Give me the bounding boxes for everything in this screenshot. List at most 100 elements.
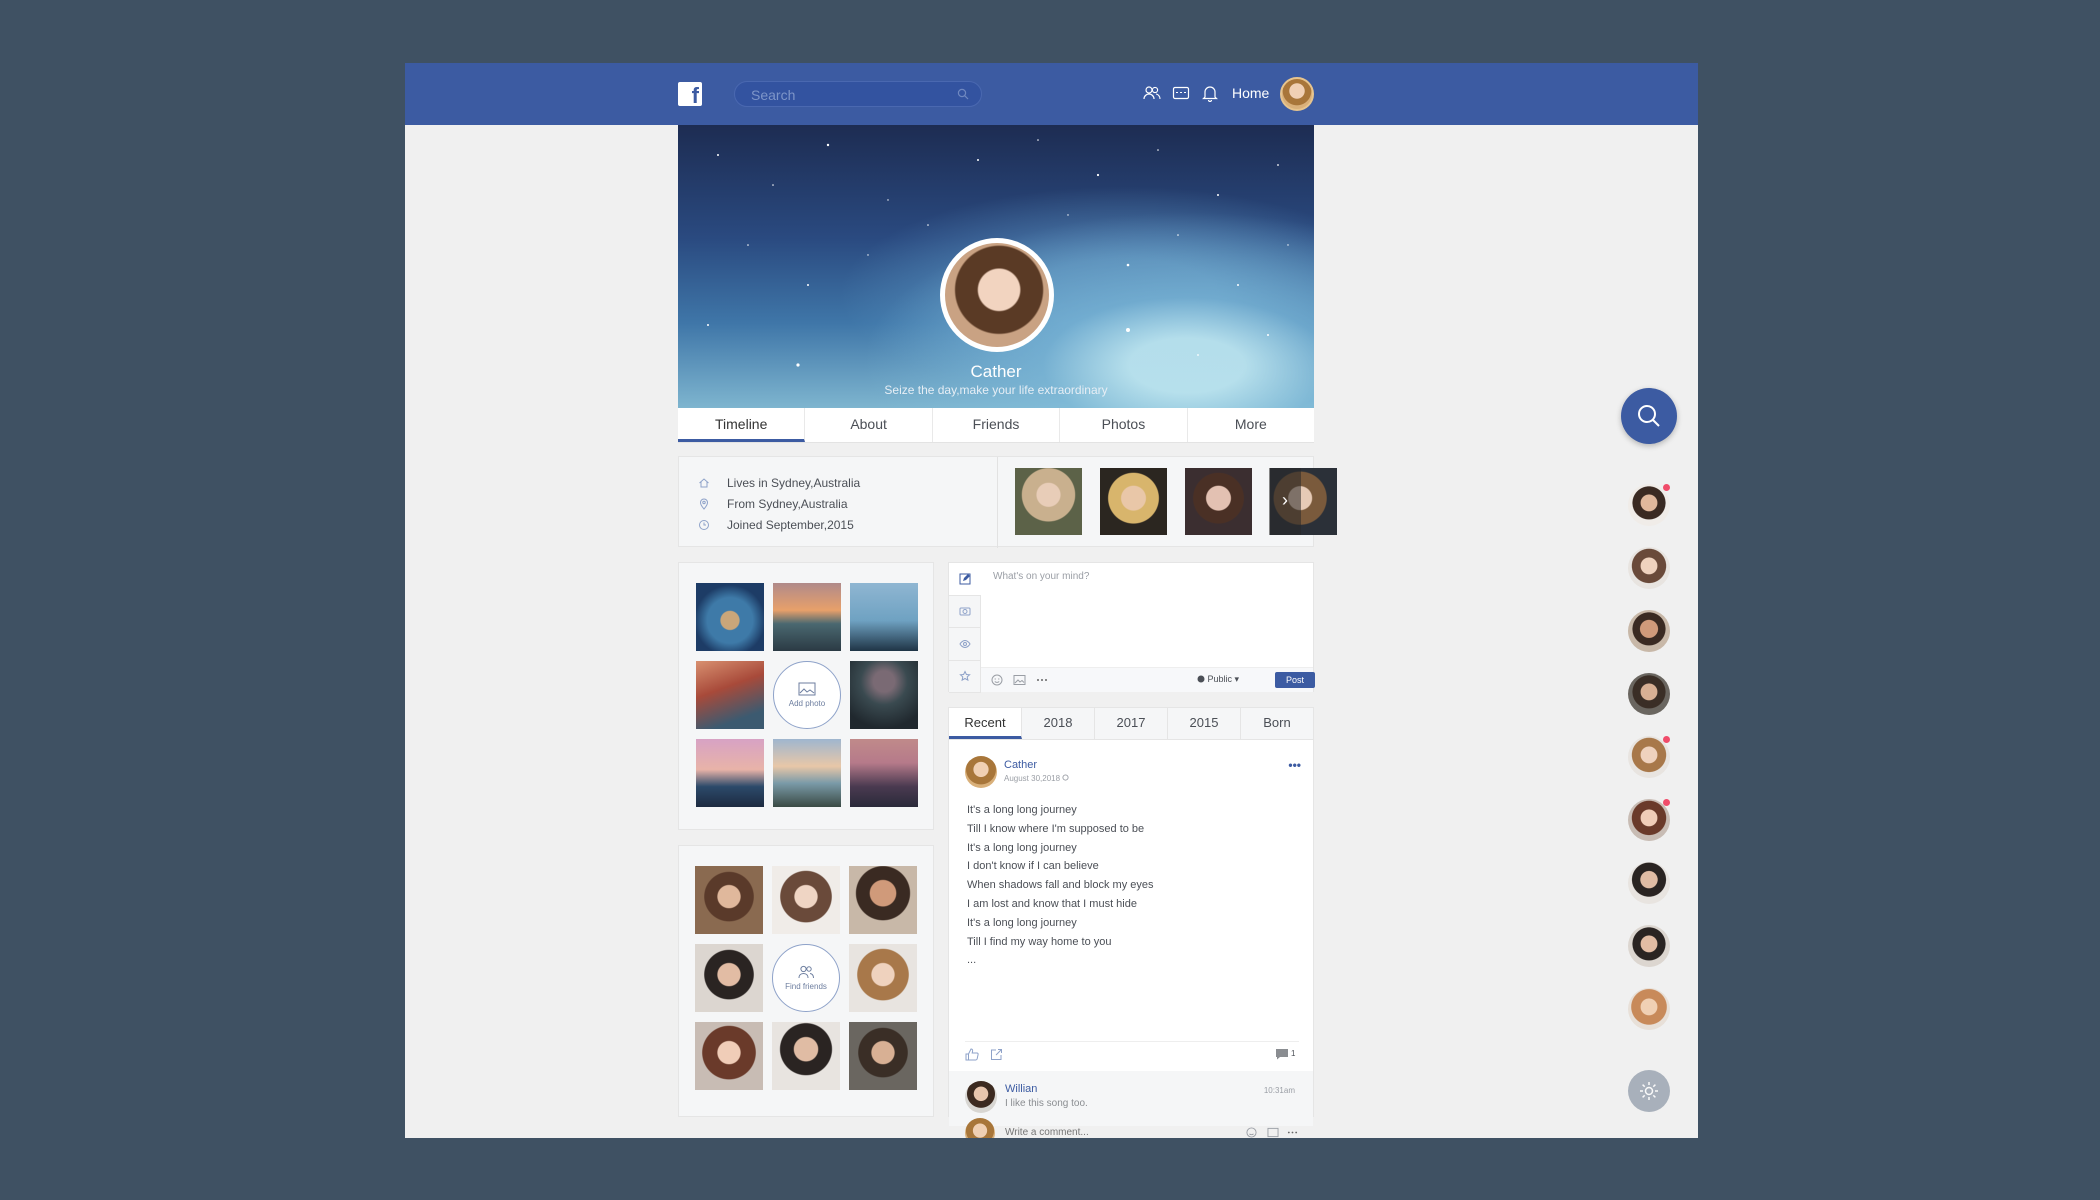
user-avatar[interactable] xyxy=(1280,77,1314,111)
tab-2015[interactable]: 2015 xyxy=(1168,708,1241,739)
more-options-icon[interactable] xyxy=(1287,1127,1298,1138)
camera-icon[interactable] xyxy=(949,595,981,628)
commenter-name[interactable]: Willian xyxy=(1005,1083,1037,1095)
unread-indicator xyxy=(1663,799,1670,806)
contact-avatar[interactable] xyxy=(1628,484,1670,526)
friend-photo[interactable] xyxy=(772,1022,840,1090)
photo-thumbnail[interactable] xyxy=(850,583,918,651)
clock-icon xyxy=(697,518,711,532)
globe-icon xyxy=(1062,774,1069,781)
tab-2017[interactable]: 2017 xyxy=(1095,708,1168,739)
privacy-label: Public ▾ xyxy=(1207,674,1240,684)
friends-icon[interactable] xyxy=(1142,81,1161,105)
privacy-selector[interactable]: Public ▾ xyxy=(1197,674,1239,685)
eye-icon[interactable] xyxy=(949,628,981,661)
emoji-icon[interactable] xyxy=(1246,1127,1257,1138)
contact-avatar[interactable] xyxy=(1628,799,1670,841)
unread-indicator xyxy=(1663,736,1670,743)
cover-photo: Cather Seize the day,make your life extr… xyxy=(678,125,1314,408)
gear-icon xyxy=(1640,1082,1658,1100)
tab-about[interactable]: About xyxy=(805,408,933,442)
tab-photos[interactable]: Photos xyxy=(1060,408,1188,442)
photo-thumbnail[interactable] xyxy=(850,661,918,729)
image-icon[interactable] xyxy=(1267,1127,1279,1138)
timeline-feed: Recent 2018 2017 2015 Born Cather August… xyxy=(948,707,1314,1138)
post-author-avatar[interactable] xyxy=(965,756,997,788)
contact-avatar[interactable] xyxy=(1628,673,1670,715)
friend-photo[interactable] xyxy=(849,866,917,934)
profile-picture[interactable] xyxy=(940,238,1054,352)
star-icon[interactable] xyxy=(949,660,981,693)
photo-thumbnail[interactable] xyxy=(773,739,841,807)
add-photo-button[interactable]: Add photo xyxy=(773,661,841,729)
search-box xyxy=(734,81,982,107)
facebook-logo[interactable]: f xyxy=(678,82,702,106)
contact-avatar[interactable] xyxy=(1628,736,1670,778)
tab-2018[interactable]: 2018 xyxy=(1022,708,1095,739)
commenter-avatar[interactable] xyxy=(965,1081,997,1113)
image-icon[interactable] xyxy=(1013,674,1026,686)
contact-avatar[interactable] xyxy=(1628,925,1670,967)
post-button[interactable]: Post xyxy=(1275,672,1315,688)
post-body: It's a long long journey Till I know whe… xyxy=(967,801,1153,970)
more-options-icon[interactable] xyxy=(1036,674,1048,686)
photo-thumbnail[interactable] xyxy=(850,739,918,807)
info-from-text: From Sydney,Australia xyxy=(727,496,848,511)
tab-friends[interactable]: Friends xyxy=(933,408,1061,442)
find-friends-button[interactable]: Find friends xyxy=(772,944,840,1012)
tab-recent[interactable]: Recent xyxy=(949,708,1022,739)
image-icon xyxy=(798,682,816,696)
notifications-bell-icon[interactable] xyxy=(1200,81,1219,105)
featured-photo[interactable] xyxy=(1015,468,1082,535)
tab-born[interactable]: Born xyxy=(1241,708,1313,739)
chevron-right-icon[interactable]: › xyxy=(1269,468,1301,535)
search-input[interactable] xyxy=(751,86,951,104)
photos-card: Add photo xyxy=(678,562,934,830)
friend-photo[interactable] xyxy=(695,1022,763,1090)
status-input[interactable] xyxy=(993,571,1293,661)
photo-thumbnail[interactable] xyxy=(773,583,841,651)
info-from: From Sydney,Australia xyxy=(697,493,860,514)
contact-avatar[interactable] xyxy=(1628,547,1670,589)
post-more-button[interactable]: ••• xyxy=(1288,758,1301,772)
contact-avatar[interactable] xyxy=(1628,862,1670,904)
post-author-name[interactable]: Cather xyxy=(1004,759,1037,771)
tab-timeline[interactable]: Timeline xyxy=(678,408,806,442)
photo-thumbnail[interactable] xyxy=(696,583,764,651)
post-line: Till I know where I'm supposed to be xyxy=(967,822,1145,835)
photo-thumbnail[interactable] xyxy=(696,661,764,729)
contact-avatar[interactable] xyxy=(1628,610,1670,652)
floating-search-button[interactable] xyxy=(1621,388,1677,444)
contact-avatar[interactable] xyxy=(1628,988,1670,1030)
friend-photo[interactable] xyxy=(695,944,763,1012)
featured-photo[interactable] xyxy=(1185,468,1252,535)
emoji-icon[interactable] xyxy=(991,674,1003,686)
contacts-sidebar xyxy=(1628,484,1670,1030)
comment-input[interactable] xyxy=(1005,1126,1235,1138)
intro-list: Lives in Sydney,Australia From Sydney,Au… xyxy=(697,472,860,535)
info-lives: Lives in Sydney,Australia xyxy=(697,472,860,493)
top-nav-bar: f Home xyxy=(405,63,1698,125)
photo-thumbnail[interactable] xyxy=(696,739,764,807)
comment-icon[interactable] xyxy=(1275,1048,1289,1060)
friend-photo[interactable] xyxy=(772,866,840,934)
photos-grid: Add photo xyxy=(696,583,918,807)
intro-divider xyxy=(997,457,998,548)
tab-more[interactable]: More xyxy=(1188,408,1314,442)
find-friends-label: Find friends xyxy=(785,982,827,991)
settings-button[interactable] xyxy=(1628,1070,1670,1112)
profile-tabs: Timeline About Friends Photos More xyxy=(678,408,1314,443)
edit-icon[interactable] xyxy=(949,563,981,596)
top-icons xyxy=(1142,81,1219,105)
friend-photo[interactable] xyxy=(849,1022,917,1090)
friend-photo[interactable] xyxy=(695,866,763,934)
featured-photo[interactable] xyxy=(1100,468,1167,535)
globe-icon xyxy=(1197,675,1205,683)
messages-icon[interactable] xyxy=(1171,81,1190,105)
share-icon[interactable] xyxy=(990,1048,1003,1061)
home-link[interactable]: Home xyxy=(1232,85,1269,101)
like-icon[interactable] xyxy=(965,1048,979,1061)
friend-photo[interactable] xyxy=(849,944,917,1012)
post-composer: Public ▾ Post xyxy=(948,562,1315,693)
search-icon[interactable] xyxy=(957,88,969,100)
